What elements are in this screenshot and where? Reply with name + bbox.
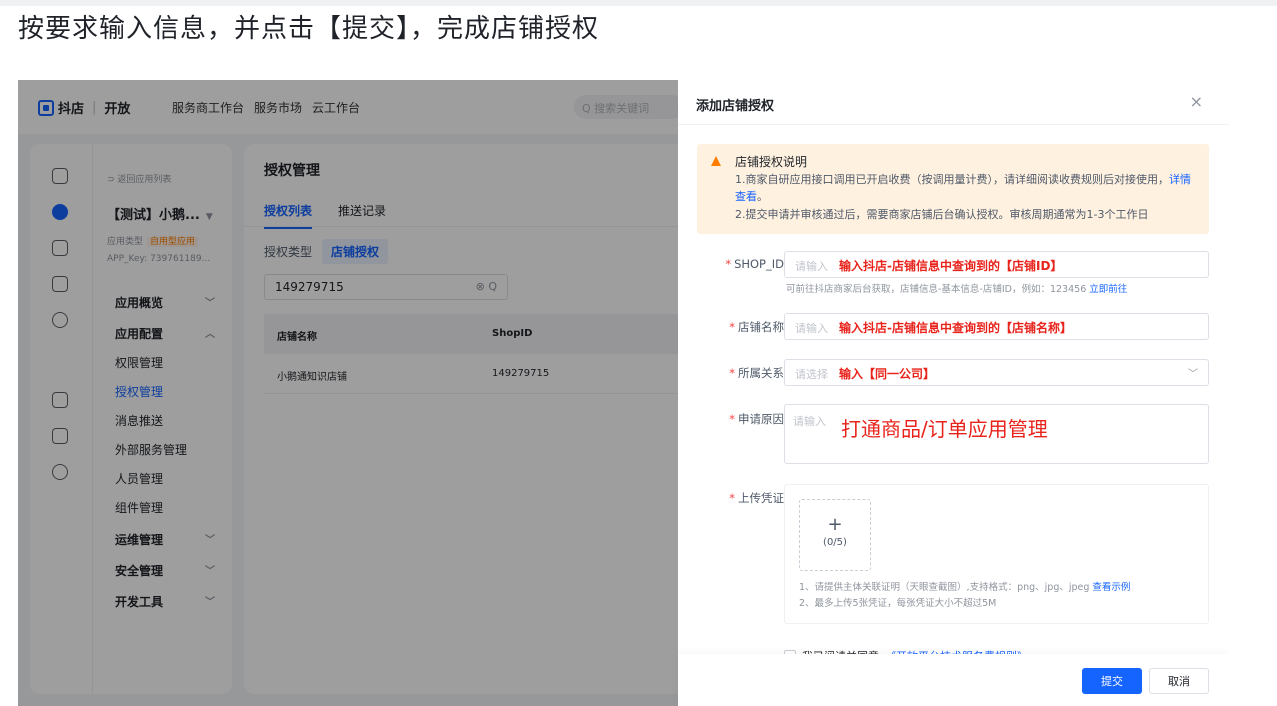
upload-area: + (0/5) 1、请提供主体关联证明（天眼查截图）,支持格式：png、jpg、…: [784, 484, 1209, 624]
required-mark: *: [729, 320, 735, 334]
shop-id-hint-text: 可前往抖店商家后台获取，店铺信息-基本信息-店铺ID，例如：123456: [786, 284, 1090, 295]
top-strip: [0, 0, 1277, 6]
upload-label: * 上传凭证: [729, 490, 784, 506]
upload-tip-1: 1、请提供主体关联证明（天眼查截图）,支持格式：png、jpg、jpeg 查看示…: [799, 580, 1130, 596]
instruction-text: 按要求输入信息，并点击【提交】，完成店铺授权: [18, 14, 600, 44]
required-mark: *: [729, 366, 735, 380]
drawer-title: 添加店铺授权: [696, 99, 775, 114]
shop-name-annotation: 输入抖店-店铺信息中查询到的【店铺名称】: [839, 321, 1072, 335]
modal-overlay[interactable]: [18, 80, 678, 706]
notice-line-1: 1.商家自研应用接口调用已开启收费（按调用量计费），请详细阅读收费规则后对接使用…: [735, 171, 1197, 205]
drawer-footer: 提交 取消: [678, 654, 1229, 706]
reason-label-text: 申请原因: [738, 412, 784, 426]
view-example-link[interactable]: 查看示例: [1092, 582, 1130, 593]
notice-line-1-end: 。: [757, 190, 768, 203]
submit-button[interactable]: 提交: [1082, 668, 1142, 694]
shop-id-hint: 可前往抖店商家后台获取，店铺信息-基本信息-店铺ID，例如：123456 立即前…: [786, 281, 1127, 295]
relation-label: * 所属关系: [729, 365, 784, 381]
shop-name-input[interactable]: 请输入 输入抖店-店铺信息中查询到的【店铺名称】: [784, 313, 1209, 340]
upload-tip-1-text: 1、请提供主体关联证明（天眼查截图）,支持格式：png、jpg、jpeg: [799, 582, 1093, 593]
relation-annotation: 输入【同一公司】: [839, 367, 936, 381]
shop-id-annotation: 输入抖店-店铺信息中查询到的【店铺ID】: [839, 259, 1063, 273]
reason-textarea[interactable]: 请输入 打通商品/订单应用管理: [784, 404, 1209, 464]
shop-id-input[interactable]: 请输入 输入抖店-店铺信息中查询到的【店铺ID】: [784, 251, 1209, 278]
upload-tip-2: 2、最多上传5张凭证，每张凭证大小不超过5M: [799, 598, 997, 609]
relation-placeholder: 请选择: [795, 368, 828, 381]
reason-label: * 申请原因: [729, 411, 784, 427]
shop-id-placeholder: 请输入: [795, 260, 828, 273]
add-shop-auth-drawer: 添加店铺授权 × 店铺授权说明 1.商家自研应用接口调用已开启收费（按调用量计费…: [678, 80, 1229, 706]
notice-line-2: 2.提交申请并审核通过后，需要商家店铺后台确认授权。审核周期通常为1-3个工作日: [735, 208, 1149, 221]
close-icon[interactable]: ×: [1190, 92, 1203, 111]
cancel-button[interactable]: 取消: [1149, 668, 1209, 694]
chevron-down-icon: ﹀: [1188, 369, 1198, 380]
relation-select[interactable]: 请选择 输入【同一公司】 ﹀: [784, 359, 1209, 386]
shop-name-label: * 店铺名称: [729, 319, 784, 335]
reason-placeholder: 请输入: [793, 415, 826, 428]
reason-annotation: 打通商品/订单应用管理: [841, 417, 1048, 441]
plus-icon: +: [827, 514, 843, 535]
upload-count: (0/5): [823, 537, 847, 548]
go-now-link[interactable]: 立即前往: [1089, 284, 1127, 295]
upload-button[interactable]: + (0/5): [799, 499, 871, 571]
drawer-header: 添加店铺授权 ×: [678, 80, 1229, 125]
notice-line-1-text: 1.商家自研应用接口调用已开启收费（按调用量计费），请详细阅读收费规则后对接使用…: [735, 173, 1169, 186]
screenshot-frame: 抖店 | 开放 服务商工作台 服务市场 云工作台 Q 搜索关键词 ⊃ 返回应用列…: [18, 80, 1229, 706]
relation-label-text: 所属关系: [738, 366, 784, 380]
notice-title: 店铺授权说明: [735, 155, 808, 169]
upload-tips: 1、请提供主体关联证明（天眼查截图）,支持格式：png、jpg、jpeg 查看示…: [799, 580, 1130, 612]
auth-notice: 店铺授权说明 1.商家自研应用接口调用已开启收费（按调用量计费），请详细阅读收费…: [697, 144, 1209, 234]
warning-icon: [711, 156, 721, 166]
upload-label-text: 上传凭证: [738, 491, 784, 505]
shop-id-label: * SHOP_ID: [725, 257, 784, 271]
required-mark: *: [725, 257, 732, 271]
required-mark: *: [729, 412, 735, 426]
shop-name-label-text: 店铺名称: [738, 320, 784, 334]
shop-id-label-text: SHOP_ID: [734, 257, 784, 271]
required-mark: *: [729, 491, 735, 505]
shop-name-placeholder: 请输入: [795, 322, 828, 335]
